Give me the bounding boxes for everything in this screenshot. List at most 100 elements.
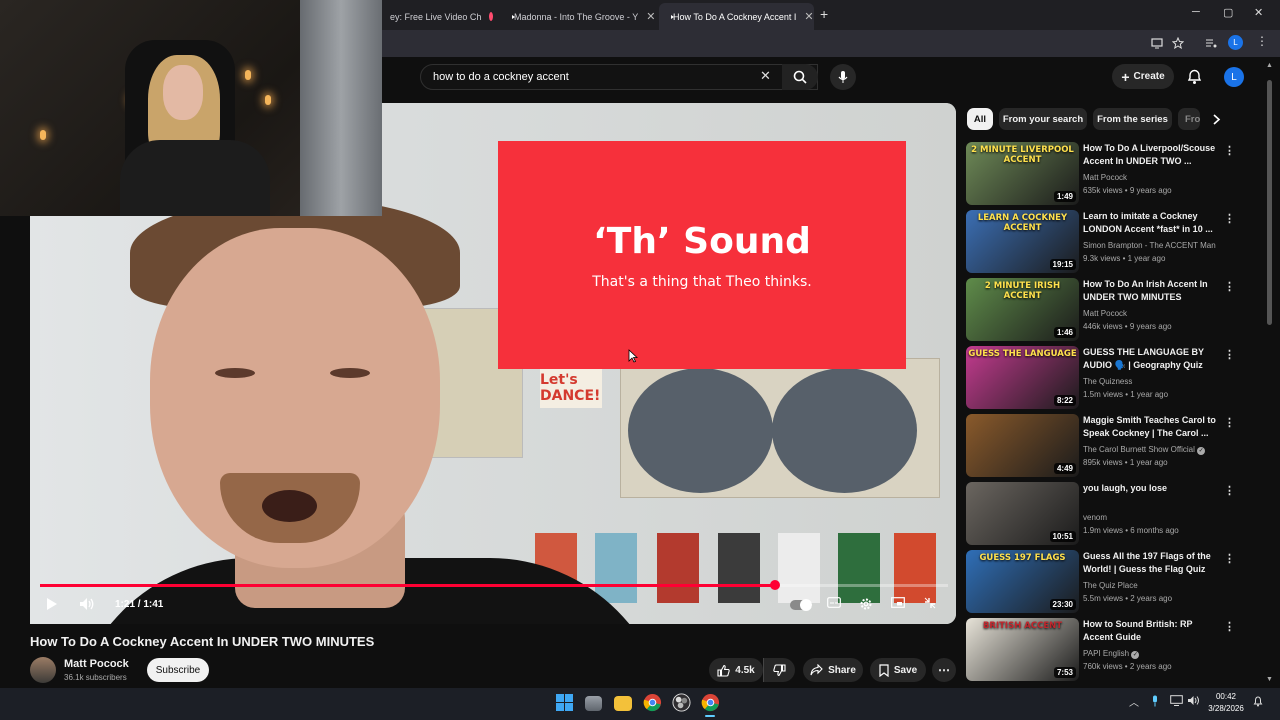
close-tab-icon[interactable]: ✕ — [493, 10, 500, 23]
scrollbar-thumb[interactable] — [1267, 80, 1272, 325]
clear-search-button[interactable]: ✕ — [760, 68, 771, 84]
settings-button[interactable] — [858, 597, 874, 611]
voice-search-button[interactable] — [830, 64, 856, 90]
search-input[interactable]: how to do a cockney accent — [420, 64, 818, 90]
bookmark-star-icon[interactable] — [1172, 37, 1184, 49]
recommendation-item[interactable]: 2 MINUTE IRISH ACCENT 1:46 How To Do An Ir… — [966, 278, 1256, 342]
recommendation-item[interactable]: 10:51 you laugh, you lose venom 1.9m views … — [966, 482, 1256, 546]
notification-center-icon[interactable] — [1253, 695, 1263, 707]
speaker-icon[interactable] — [1187, 695, 1200, 706]
autoplay-toggle[interactable] — [790, 599, 812, 611]
recommendation-channel[interactable]: The Carol Burnett Show Official ✓ — [1083, 445, 1223, 455]
channel-avatar[interactable] — [30, 657, 56, 683]
recommendation-item[interactable]: 4:49 Maggie Smith Teaches Carol to Speak … — [966, 414, 1256, 478]
video-thumbnail[interactable]: 2 MINUTE LIVERPOOL ACCENT 1:49 — [966, 142, 1079, 205]
network-icon[interactable] — [1170, 695, 1183, 706]
channel-name[interactable]: Matt Pocock — [64, 658, 129, 670]
media-controls-icon[interactable] — [1205, 38, 1217, 49]
dislike-button[interactable] — [763, 658, 795, 682]
recommendation-channel[interactable]: venom — [1083, 513, 1223, 522]
tab-cockney-accent[interactable]: How To Do A Cockney Accent I ✕ — [659, 3, 814, 30]
presenter-mouth — [262, 490, 317, 522]
account-avatar[interactable]: L — [1224, 67, 1244, 87]
volume-button[interactable] — [78, 597, 96, 611]
task-view-icon[interactable] — [585, 696, 602, 711]
recommendation-item[interactable]: GUESS THE LANGUAGE 8:22 GUESS THE LANGUAGE… — [966, 346, 1256, 410]
video-thumbnail[interactable]: 2 MINUTE IRISH ACCENT 1:46 — [966, 278, 1079, 341]
profile-avatar[interactable]: L — [1228, 35, 1243, 50]
tab-streaming[interactable]: ey: Free Live Video Ch ✕ — [382, 3, 500, 30]
recommendation-title[interactable]: How To Do An Irish Accent In UNDER TWO M… — [1083, 278, 1217, 304]
file-explorer-icon[interactable] — [614, 696, 632, 711]
save-button[interactable]: Save — [870, 658, 926, 682]
recommendation-title[interactable]: Guess All the 197 Flags of the World! | … — [1083, 550, 1217, 576]
more-options-icon[interactable]: ⋮ — [1224, 552, 1235, 565]
maximize-button[interactable]: ▢ — [1223, 6, 1233, 19]
chip-all[interactable]: All — [967, 108, 993, 130]
more-options-icon[interactable]: ⋮ — [1224, 484, 1235, 497]
like-button[interactable]: 4.5k — [709, 658, 763, 682]
recommendation-item[interactable]: 2 MINUTE LIVERPOOL ACCENT 1:49 How To Do A… — [966, 142, 1256, 206]
recommendation-item[interactable]: LEARN A COCKNEY ACCENT 19:15 Learn to imit… — [966, 210, 1256, 274]
system-clock[interactable]: 00:42 3/28/2026 — [1200, 691, 1252, 715]
video-thumbnail[interactable]: GUESS 197 FLAGS 23:30 — [966, 550, 1079, 613]
chrome-icon[interactable] — [643, 693, 662, 712]
recommendation-title[interactable]: How to Sound British: RP Accent Guide — [1083, 618, 1217, 644]
notifications-bell-icon[interactable] — [1187, 68, 1202, 85]
chip-more[interactable]: Fro — [1178, 108, 1200, 130]
play-button[interactable] — [44, 597, 60, 611]
recommendation-channel[interactable]: The Quiz Place — [1083, 581, 1223, 590]
close-window-button[interactable]: ✕ — [1254, 6, 1263, 19]
more-options-icon[interactable]: ⋮ — [1224, 144, 1235, 157]
install-app-icon[interactable] — [1151, 38, 1163, 49]
recommendation-channel[interactable]: Matt Pocock — [1083, 173, 1223, 182]
subscribe-button[interactable]: Subscribe — [147, 658, 209, 682]
video-thumbnail[interactable]: BRITISH ACCENT 7:53 — [966, 618, 1079, 681]
scroll-down-arrow-icon[interactable]: ▼ — [1266, 676, 1273, 683]
recommendation-title[interactable]: GUESS THE LANGUAGE BY AUDIO 🗣️ | Geograp… — [1083, 346, 1217, 372]
recommendation-channel[interactable]: PAPI English ✓ — [1083, 649, 1223, 659]
more-options-icon[interactable]: ⋮ — [1224, 280, 1235, 293]
recommendation-item[interactable]: GUESS 197 FLAGS 23:30 Guess All the 197 Fl… — [966, 550, 1256, 614]
chrome-profile-icon[interactable] — [701, 693, 720, 712]
recommendation-channel[interactable]: The Quizness — [1083, 377, 1223, 386]
recommendation-title[interactable]: you laugh, you lose — [1083, 482, 1217, 495]
search-button[interactable] — [782, 64, 818, 90]
subtitles-button[interactable] — [826, 597, 842, 608]
video-thumbnail[interactable]: GUESS THE LANGUAGE 8:22 — [966, 346, 1079, 409]
fullscreen-button[interactable] — [922, 597, 938, 609]
tab-madonna[interactable]: Madonna - Into The Groove - Y ✕ — [500, 3, 657, 30]
share-button[interactable]: Share — [803, 658, 863, 682]
gear-icon — [860, 598, 872, 610]
recommendation-channel[interactable]: Matt Pocock — [1083, 309, 1223, 318]
minimize-button[interactable]: ─ — [1192, 6, 1200, 18]
close-tab-icon[interactable]: ✕ — [638, 10, 655, 23]
chip-from-the-series[interactable]: From the series — [1093, 108, 1172, 130]
scroll-up-arrow-icon[interactable]: ▲ — [1266, 62, 1273, 69]
obs-icon[interactable] — [672, 693, 691, 712]
windows-start-icon[interactable] — [556, 694, 573, 711]
tray-mic-icon[interactable] — [1151, 695, 1159, 707]
video-thumbnail[interactable]: 4:49 — [966, 414, 1079, 477]
more-options-icon[interactable]: ⋮ — [1224, 348, 1235, 361]
more-options-icon[interactable]: ⋮ — [1224, 212, 1235, 225]
recommendation-channel[interactable]: Simon Brampton - The ACCENT Man — [1083, 241, 1223, 250]
close-tab-icon[interactable]: ✕ — [796, 10, 813, 23]
progress-bar[interactable] — [40, 580, 948, 590]
browser-menu-icon[interactable]: ⋮ — [1256, 34, 1268, 48]
more-actions-button[interactable]: ⋯ — [932, 658, 956, 682]
new-tab-button[interactable]: + — [820, 6, 828, 22]
chips-next-chevron-icon[interactable] — [1212, 114, 1221, 125]
recommendation-title[interactable]: How To Do A Liverpool/Scouse Accent In U… — [1083, 142, 1217, 168]
create-button[interactable]: + Create — [1112, 64, 1174, 89]
video-thumbnail[interactable]: 10:51 — [966, 482, 1079, 545]
more-options-icon[interactable]: ⋮ — [1224, 620, 1235, 633]
recommendation-item[interactable]: BRITISH ACCENT 7:53 How to Sound British: … — [966, 618, 1256, 682]
tray-overflow-icon[interactable]: ︿ — [1129, 694, 1139, 709]
more-options-icon[interactable]: ⋮ — [1224, 416, 1235, 429]
video-thumbnail[interactable]: LEARN A COCKNEY ACCENT 19:15 — [966, 210, 1079, 273]
recommendation-title[interactable]: Learn to imitate a Cockney LONDON Accent… — [1083, 210, 1217, 236]
chip-from-your-search[interactable]: From your search — [999, 108, 1087, 130]
miniplayer-button[interactable] — [890, 597, 906, 608]
recommendation-title[interactable]: Maggie Smith Teaches Carol to Speak Cock… — [1083, 414, 1217, 440]
